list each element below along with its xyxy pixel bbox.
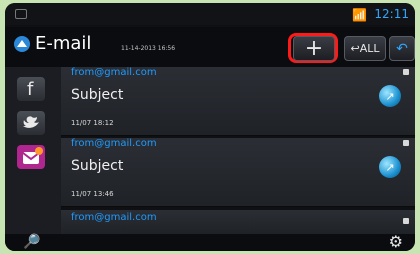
search-icon[interactable]: 🔎 xyxy=(23,234,40,250)
status-bar: 📶 12:11 xyxy=(5,3,415,25)
reply-all-label: ALL xyxy=(359,42,380,55)
unread-indicator-icon xyxy=(403,69,409,75)
unread-indicator-icon xyxy=(403,140,409,146)
attachment-icon: ↗ xyxy=(379,156,401,178)
email-app-icon xyxy=(13,35,31,53)
compose-button[interactable]: + xyxy=(293,36,335,61)
email-item[interactable]: from@gmail.com xyxy=(61,210,415,234)
facebook-icon: f xyxy=(27,79,34,100)
clock: 12:11 xyxy=(374,7,409,21)
sender: from@gmail.com xyxy=(71,67,157,78)
email-button[interactable] xyxy=(17,145,45,169)
reply-all-button[interactable]: ↩ ALL xyxy=(344,36,386,61)
unread-indicator-icon xyxy=(403,218,409,224)
subject: Subject xyxy=(71,158,124,174)
email-item[interactable]: from@gmail.com Subject 11/07 18:12 ↗ xyxy=(61,67,415,136)
sender: from@gmail.com xyxy=(71,138,157,149)
email-list: from@gmail.com Subject 11/07 18:12 ↗ fro… xyxy=(61,67,415,234)
subject: Subject xyxy=(71,87,124,103)
email-badge-icon xyxy=(22,147,43,164)
reply-all-icon: ↩ xyxy=(350,42,360,55)
sender: from@gmail.com xyxy=(71,212,157,223)
gear-icon[interactable]: ⚙ xyxy=(389,232,403,251)
header: E-mail 11-14-2013 16:56 + ↩ ALL ↶ xyxy=(5,27,415,67)
date: 11/07 13:46 xyxy=(71,190,114,198)
header-timestamp: 11-14-2013 16:56 xyxy=(121,45,176,52)
status-indicator-icon xyxy=(15,9,27,19)
svg-text:f: f xyxy=(27,79,34,100)
wifi-icon: 📶 xyxy=(352,8,367,22)
twitter-icon xyxy=(23,116,39,128)
twitter-button[interactable] xyxy=(17,111,45,135)
page-title: E-mail xyxy=(35,33,92,54)
back-button[interactable]: ↶ xyxy=(389,36,415,61)
device-screen: 📶 12:11 E-mail 11-14-2013 16:56 + ↩ ALL … xyxy=(5,3,415,251)
date: 11/07 18:12 xyxy=(71,119,114,127)
facebook-button[interactable]: f xyxy=(17,77,45,101)
email-item[interactable]: from@gmail.com Subject 11/07 13:46 ↗ xyxy=(61,138,415,207)
sidebar: f xyxy=(5,67,61,251)
attachment-icon: ↗ xyxy=(379,85,401,107)
bottom-bar: 🔎 ⚙ xyxy=(5,232,415,251)
